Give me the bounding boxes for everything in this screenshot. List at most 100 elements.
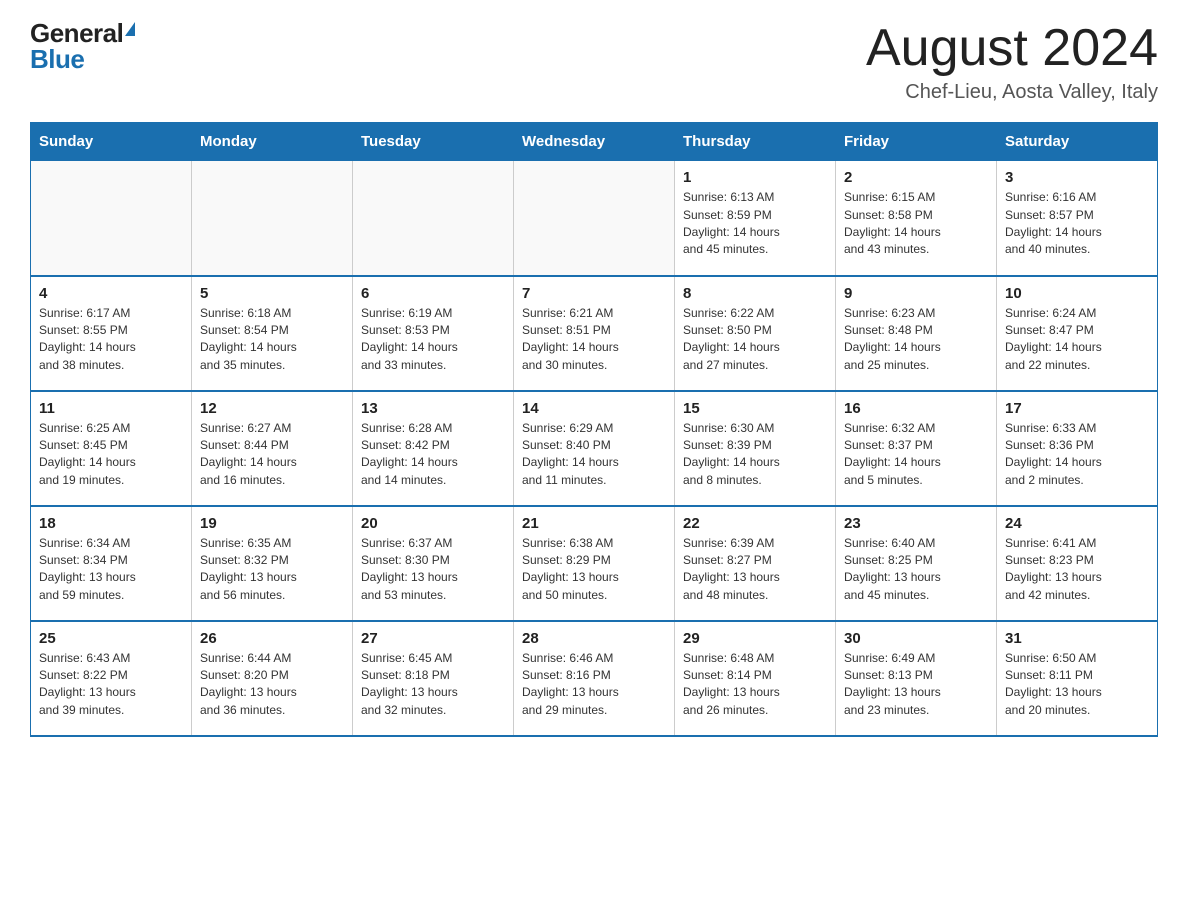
- calendar-cell: 23 Sunrise: 6:40 AM Sunset: 8:25 PM Dayli…: [836, 506, 997, 621]
- day-number: 31: [1005, 630, 1149, 647]
- day-info: Sunrise: 6:49 AM Sunset: 8:13 PM Dayligh…: [844, 650, 988, 720]
- day-info: Sunrise: 6:29 AM Sunset: 8:40 PM Dayligh…: [522, 420, 666, 490]
- header-col-saturday: Saturday: [997, 123, 1158, 161]
- calendar-cell: 30 Sunrise: 6:49 AM Sunset: 8:13 PM Dayli…: [836, 621, 997, 736]
- header-col-sunday: Sunday: [31, 123, 192, 161]
- calendar-cell: 15 Sunrise: 6:30 AM Sunset: 8:39 PM Dayli…: [675, 391, 836, 506]
- calendar-header: SundayMondayTuesdayWednesdayThursdayFrid…: [31, 123, 1158, 161]
- calendar-cell: 9 Sunrise: 6:23 AM Sunset: 8:48 PM Daylig…: [836, 276, 997, 391]
- calendar-cell: 10 Sunrise: 6:24 AM Sunset: 8:47 PM Dayli…: [997, 276, 1158, 391]
- day-info: Sunrise: 6:37 AM Sunset: 8:30 PM Dayligh…: [361, 535, 505, 605]
- day-number: 7: [522, 285, 666, 302]
- calendar-cell: 8Sunrise: 6:22 AM Sunset: 8:50 PM Daylig…: [675, 276, 836, 391]
- header-col-thursday: Thursday: [675, 123, 836, 161]
- calendar-cell: 19 Sunrise: 6:35 AM Sunset: 8:32 PM Dayli…: [192, 506, 353, 621]
- day-number: 26: [200, 630, 344, 647]
- day-info: Sunrise: 6:50 AM Sunset: 8:11 PM Dayligh…: [1005, 650, 1149, 720]
- day-info: Sunrise: 6:35 AM Sunset: 8:32 PM Dayligh…: [200, 535, 344, 605]
- day-number: 19: [200, 515, 344, 532]
- day-number: 11: [39, 400, 183, 417]
- day-info: Sunrise: 6:40 AM Sunset: 8:25 PM Dayligh…: [844, 535, 988, 605]
- calendar-cell: 24 Sunrise: 6:41 AM Sunset: 8:23 PM Dayli…: [997, 506, 1158, 621]
- day-info: Sunrise: 6:19 AM Sunset: 8:53 PM Dayligh…: [361, 305, 505, 375]
- header-col-wednesday: Wednesday: [514, 123, 675, 161]
- day-number: 24: [1005, 515, 1149, 532]
- calendar-cell: 14 Sunrise: 6:29 AM Sunset: 8:40 PM Dayli…: [514, 391, 675, 506]
- day-number: 15: [683, 400, 827, 417]
- calendar-cell: [514, 161, 675, 276]
- day-number: 6: [361, 285, 505, 302]
- calendar-cell: 3 Sunrise: 6:16 AM Sunset: 8:57 PM Daylig…: [997, 161, 1158, 276]
- day-number: 23: [844, 515, 988, 532]
- day-info: Sunrise: 6:16 AM Sunset: 8:57 PM Dayligh…: [1005, 189, 1149, 259]
- day-number: 18: [39, 515, 183, 532]
- calendar-cell: 12 Sunrise: 6:27 AM Sunset: 8:44 PM Dayli…: [192, 391, 353, 506]
- day-info: Sunrise: 6:33 AM Sunset: 8:36 PM Dayligh…: [1005, 420, 1149, 490]
- day-number: 21: [522, 515, 666, 532]
- day-number: 14: [522, 400, 666, 417]
- day-info: Sunrise: 6:18 AM Sunset: 8:54 PM Dayligh…: [200, 305, 344, 375]
- calendar-cell: [31, 161, 192, 276]
- calendar-cell: 31 Sunrise: 6:50 AM Sunset: 8:11 PM Dayli…: [997, 621, 1158, 736]
- calendar-cell: [353, 161, 514, 276]
- day-number: 29: [683, 630, 827, 647]
- calendar-cell: [192, 161, 353, 276]
- day-number: 4: [39, 285, 183, 302]
- calendar-cell: 18 Sunrise: 6:34 AM Sunset: 8:34 PM Dayli…: [31, 506, 192, 621]
- calendar-cell: 28Sunrise: 6:46 AM Sunset: 8:16 PM Dayli…: [514, 621, 675, 736]
- logo-triangle-icon: [125, 22, 135, 36]
- day-number: 5: [200, 285, 344, 302]
- day-info: Sunrise: 6:38 AM Sunset: 8:29 PM Dayligh…: [522, 535, 666, 605]
- calendar-cell: 29 Sunrise: 6:48 AM Sunset: 8:14 PM Dayli…: [675, 621, 836, 736]
- day-number: 20: [361, 515, 505, 532]
- page-header: General Blue August 2024 Chef-Lieu, Aost…: [30, 20, 1158, 104]
- calendar-cell: 20 Sunrise: 6:37 AM Sunset: 8:30 PM Dayli…: [353, 506, 514, 621]
- day-number: 2: [844, 169, 988, 186]
- day-info: Sunrise: 6:23 AM Sunset: 8:48 PM Dayligh…: [844, 305, 988, 375]
- calendar-cell: 22 Sunrise: 6:39 AM Sunset: 8:27 PM Dayli…: [675, 506, 836, 621]
- header-col-friday: Friday: [836, 123, 997, 161]
- day-number: 16: [844, 400, 988, 417]
- week-row-2: 4 Sunrise: 6:17 AM Sunset: 8:55 PM Daylig…: [31, 276, 1158, 391]
- logo-blue: Blue: [30, 46, 135, 72]
- day-number: 8: [683, 285, 827, 302]
- calendar-body: 1Sunrise: 6:13 AM Sunset: 8:59 PM Daylig…: [31, 161, 1158, 736]
- day-info: Sunrise: 6:21 AM Sunset: 8:51 PM Dayligh…: [522, 305, 666, 375]
- calendar-cell: 25Sunrise: 6:43 AM Sunset: 8:22 PM Dayli…: [31, 621, 192, 736]
- week-row-3: 11 Sunrise: 6:25 AM Sunset: 8:45 PM Dayli…: [31, 391, 1158, 506]
- logo: General Blue: [30, 20, 135, 72]
- day-info: Sunrise: 6:27 AM Sunset: 8:44 PM Dayligh…: [200, 420, 344, 490]
- day-info: Sunrise: 6:41 AM Sunset: 8:23 PM Dayligh…: [1005, 535, 1149, 605]
- day-number: 10: [1005, 285, 1149, 302]
- calendar-cell: 27Sunrise: 6:45 AM Sunset: 8:18 PM Dayli…: [353, 621, 514, 736]
- day-number: 9: [844, 285, 988, 302]
- header-row: SundayMondayTuesdayWednesdayThursdayFrid…: [31, 123, 1158, 161]
- day-info: Sunrise: 6:17 AM Sunset: 8:55 PM Dayligh…: [39, 305, 183, 375]
- day-info: Sunrise: 6:39 AM Sunset: 8:27 PM Dayligh…: [683, 535, 827, 605]
- day-info: Sunrise: 6:43 AM Sunset: 8:22 PM Dayligh…: [39, 650, 183, 720]
- day-info: Sunrise: 6:30 AM Sunset: 8:39 PM Dayligh…: [683, 420, 827, 490]
- day-info: Sunrise: 6:25 AM Sunset: 8:45 PM Dayligh…: [39, 420, 183, 490]
- day-info: Sunrise: 6:28 AM Sunset: 8:42 PM Dayligh…: [361, 420, 505, 490]
- day-info: Sunrise: 6:15 AM Sunset: 8:58 PM Dayligh…: [844, 189, 988, 259]
- day-number: 13: [361, 400, 505, 417]
- calendar-cell: 5 Sunrise: 6:18 AM Sunset: 8:54 PM Daylig…: [192, 276, 353, 391]
- calendar-cell: 4 Sunrise: 6:17 AM Sunset: 8:55 PM Daylig…: [31, 276, 192, 391]
- header-col-tuesday: Tuesday: [353, 123, 514, 161]
- day-number: 12: [200, 400, 344, 417]
- day-info: Sunrise: 6:34 AM Sunset: 8:34 PM Dayligh…: [39, 535, 183, 605]
- calendar-cell: 13 Sunrise: 6:28 AM Sunset: 8:42 PM Dayli…: [353, 391, 514, 506]
- day-number: 30: [844, 630, 988, 647]
- day-info: Sunrise: 6:32 AM Sunset: 8:37 PM Dayligh…: [844, 420, 988, 490]
- calendar-cell: 26Sunrise: 6:44 AM Sunset: 8:20 PM Dayli…: [192, 621, 353, 736]
- calendar-cell: 2 Sunrise: 6:15 AM Sunset: 8:58 PM Daylig…: [836, 161, 997, 276]
- calendar-cell: 17 Sunrise: 6:33 AM Sunset: 8:36 PM Dayli…: [997, 391, 1158, 506]
- calendar-cell: 7 Sunrise: 6:21 AM Sunset: 8:51 PM Daylig…: [514, 276, 675, 391]
- day-number: 3: [1005, 169, 1149, 186]
- day-number: 22: [683, 515, 827, 532]
- calendar-cell: 1Sunrise: 6:13 AM Sunset: 8:59 PM Daylig…: [675, 161, 836, 276]
- day-number: 17: [1005, 400, 1149, 417]
- calendar-cell: 16 Sunrise: 6:32 AM Sunset: 8:37 PM Dayli…: [836, 391, 997, 506]
- day-info: Sunrise: 6:24 AM Sunset: 8:47 PM Dayligh…: [1005, 305, 1149, 375]
- day-info: Sunrise: 6:48 AM Sunset: 8:14 PM Dayligh…: [683, 650, 827, 720]
